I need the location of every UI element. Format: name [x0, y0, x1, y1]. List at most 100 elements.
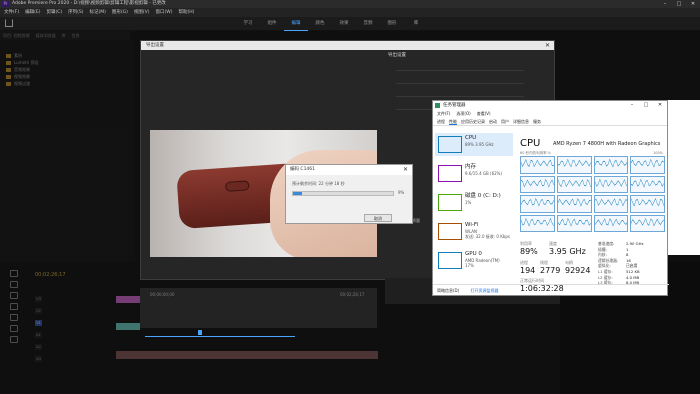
- range-slider[interactable]: [145, 336, 295, 337]
- workspace-learn[interactable]: 学习: [236, 17, 260, 31]
- workspace-assembly[interactable]: 组件: [260, 17, 284, 31]
- memory-thumbnail: [438, 165, 462, 182]
- close-icon[interactable]: ✕: [545, 41, 550, 50]
- sidebar-item-disk[interactable]: 磁盘 0 (C: D:) 1%: [435, 191, 513, 214]
- progress-fill: [293, 192, 302, 195]
- task-manager-icon: [435, 103, 440, 108]
- playhead-icon[interactable]: [198, 330, 202, 335]
- sidebar-item-cpu[interactable]: CPU 89% 3.95 GHz: [435, 133, 513, 156]
- encoding-title: 编码 C1461: [286, 165, 412, 175]
- setting-row[interactable]: [396, 91, 524, 97]
- tab-processes[interactable]: 进程: [437, 118, 445, 125]
- menu-view[interactable]: 视图(V): [134, 8, 150, 17]
- menu-bar: 文件(F) 编辑(E) 剪辑(C) 序列(S) 标记(M) 图形(G) 视图(V…: [0, 8, 700, 17]
- cpu-core-graph: [556, 195, 592, 213]
- sidebar-item-memory[interactable]: 内存 9.6/15.4 GB (62%): [435, 162, 513, 185]
- menu-marker[interactable]: 标记(M): [90, 8, 106, 17]
- menu-file[interactable]: 文件(F): [437, 110, 450, 118]
- workspace-editing[interactable]: 编辑: [284, 17, 308, 31]
- tab-performance[interactable]: 性能: [449, 118, 457, 125]
- cpu-core-graph: [593, 214, 629, 232]
- cpu-core-graph: [630, 195, 665, 213]
- spec-label: L2 缓存:: [598, 274, 613, 280]
- app-title-bar: Pr Adobe Premiere Pro 2020 - D:\视频\视频剪辑\…: [0, 0, 700, 8]
- close-icon[interactable]: ✕: [653, 101, 667, 110]
- minimize-icon[interactable]: –: [658, 0, 672, 8]
- menu-file[interactable]: 文件(F): [4, 8, 19, 17]
- menu-sequence[interactable]: 序列(S): [68, 8, 83, 17]
- cpu-core-graph: [593, 195, 629, 213]
- cpu-core-graphs: [520, 156, 665, 232]
- menu-window[interactable]: 窗口(W): [156, 8, 173, 17]
- spec-label: 虚拟化:: [598, 263, 611, 269]
- cpu-core-graph: [556, 175, 592, 193]
- menu-graphics[interactable]: 图形(G): [112, 8, 128, 17]
- menu-help[interactable]: 帮助(H): [178, 8, 194, 17]
- gpu-thumbnail: [438, 252, 462, 269]
- spec-value: 2.90 GHz: [626, 241, 644, 246]
- setting-row[interactable]: [396, 65, 524, 71]
- cpu-core-graph: [630, 175, 665, 193]
- cpu-heading: CPU: [520, 138, 541, 149]
- performance-sidebar: CPU 89% 3.95 GHz 内存 9.6/15.4 GB (62%) 磁盘…: [435, 133, 513, 278]
- menu-edit[interactable]: 编辑(E): [25, 8, 40, 17]
- util-max: 100%: [653, 151, 664, 155]
- minimize-icon[interactable]: –: [625, 101, 639, 110]
- task-manager-menu: 文件(F) 选项(O) 查看(V): [433, 110, 667, 118]
- menu-options[interactable]: 选项(O): [456, 110, 470, 118]
- wifi-thumbnail: [438, 223, 462, 240]
- workspace-color[interactable]: 颜色: [308, 17, 332, 31]
- close-icon[interactable]: ✕: [403, 165, 408, 175]
- spec-label: 内核:: [598, 252, 607, 258]
- tab-details[interactable]: 详细信息: [513, 118, 529, 125]
- workspace-libraries[interactable]: 库: [404, 17, 428, 31]
- maximize-icon[interactable]: □: [639, 101, 653, 110]
- phone-camera: [225, 180, 250, 192]
- cpu-core-graph: [520, 156, 555, 174]
- setting-row[interactable]: [396, 78, 524, 84]
- fewer-details-button[interactable]: 简略信息(D): [437, 288, 459, 293]
- tab-services[interactable]: 服务: [533, 118, 541, 125]
- time-remaining: 预计剩余时间: 22 分钟 18 秒: [292, 181, 345, 186]
- stat-speed: 速度 3.95 GHz: [549, 241, 586, 256]
- cpu-core-graph: [520, 195, 555, 213]
- sidebar-item-gpu[interactable]: GPU 0 AMD Radeon(TM) 17%: [435, 249, 513, 272]
- stat-handles: 句柄 92924: [565, 260, 591, 275]
- maximize-icon[interactable]: □: [672, 0, 686, 8]
- cpu-core-graph: [630, 214, 665, 232]
- workspace-audio[interactable]: 音频: [356, 17, 380, 31]
- cpu-core-graph: [593, 156, 629, 174]
- cpu-core-graph: [556, 214, 592, 232]
- cpu-model: AMD Ryzen 7 4800H with Radeon Graphics: [553, 141, 661, 147]
- cpu-core-graph: [556, 156, 592, 174]
- task-manager-window: 任务管理器 – □ ✕ 文件(F) 选项(O) 查看(V) 进程 性能 应用历史…: [432, 100, 669, 296]
- workspace-graphics[interactable]: 图形: [380, 17, 404, 31]
- disk-thumbnail: [438, 194, 462, 211]
- tab-app-history[interactable]: 应用历史记录: [461, 118, 485, 125]
- stat-processes: 进程 194: [520, 260, 536, 275]
- home-icon[interactable]: [5, 19, 13, 27]
- spec-label: 基准速度:: [598, 241, 615, 246]
- encoding-dialog: 编码 C1461 ✕ 预计剩余时间: 22 分钟 18 秒 9% 取消: [285, 164, 413, 224]
- export-settings-heading: 导出设置: [388, 53, 406, 58]
- timecode-in: 00;00;00;00: [150, 292, 175, 297]
- menu-view[interactable]: 查看(V): [477, 110, 491, 118]
- cancel-button[interactable]: 取消: [364, 214, 392, 222]
- open-resource-monitor-link[interactable]: 打开资源监视器: [470, 288, 498, 293]
- cpu-core-graph: [520, 175, 555, 193]
- app-title: Adobe Premiere Pro 2020 - D:\视频\视频剪辑\剪辑工…: [12, 1, 166, 6]
- encoding-progress-bar: [292, 191, 394, 196]
- close-icon[interactable]: ✕: [686, 0, 700, 8]
- workspace-effects[interactable]: 效果: [332, 17, 356, 31]
- export-dialog-title: 导出设置: [141, 41, 554, 50]
- menu-clip[interactable]: 剪辑(C): [46, 8, 62, 17]
- tab-startup[interactable]: 启动: [489, 118, 497, 125]
- sidebar-item-wifi[interactable]: Wi-Fi WLAN 发送: 32.0 接收: 0 Kbps: [435, 220, 513, 243]
- window-controls: – □ ✕: [658, 0, 700, 8]
- cpu-specs: 基准速度: 2.90 GHz 插槽: 1 内核: 8 逻辑处理器: 16 虚拟化: 已启用 L1 缓…: [598, 241, 643, 286]
- workspace-tabs: 学习 组件 编辑 颜色 效果 音频 图形 库: [236, 17, 428, 31]
- stat-utilization: 利用率 89%: [520, 241, 538, 256]
- timecode-out: 00;02;26;17: [340, 292, 365, 297]
- tab-users[interactable]: 用户: [501, 118, 509, 125]
- cpu-core-graph: [593, 175, 629, 193]
